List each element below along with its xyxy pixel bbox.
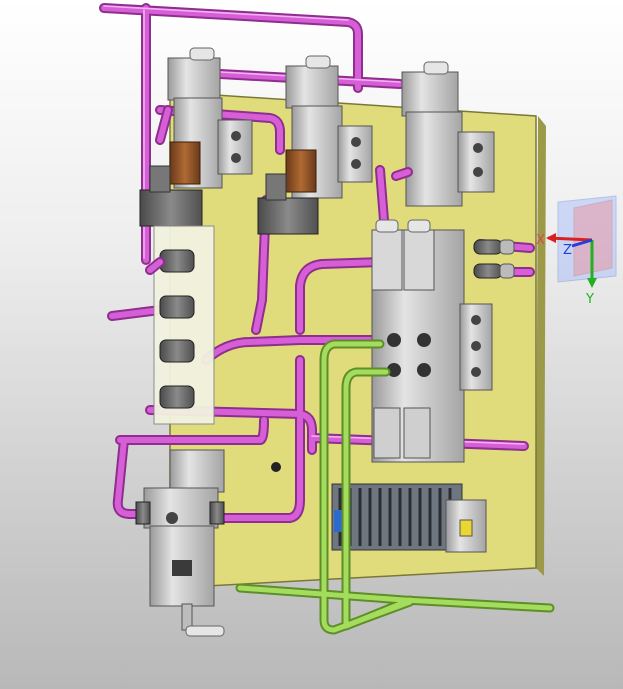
z-axis-label: Z (563, 243, 572, 258)
cad-3d-viewport[interactable]: X Y Z (0, 0, 623, 689)
y-axis-label: Y (585, 292, 594, 307)
filter-regulator[interactable] (135, 449, 225, 637)
model-canvas[interactable]: X Y Z (0, 0, 623, 689)
x-axis-label: X (536, 233, 545, 248)
solenoid-valve-3[interactable] (401, 61, 495, 207)
mounting-hole (271, 462, 281, 472)
manifold-block[interactable] (153, 225, 215, 425)
axis-triad-icon[interactable]: X Y Z (536, 195, 617, 307)
